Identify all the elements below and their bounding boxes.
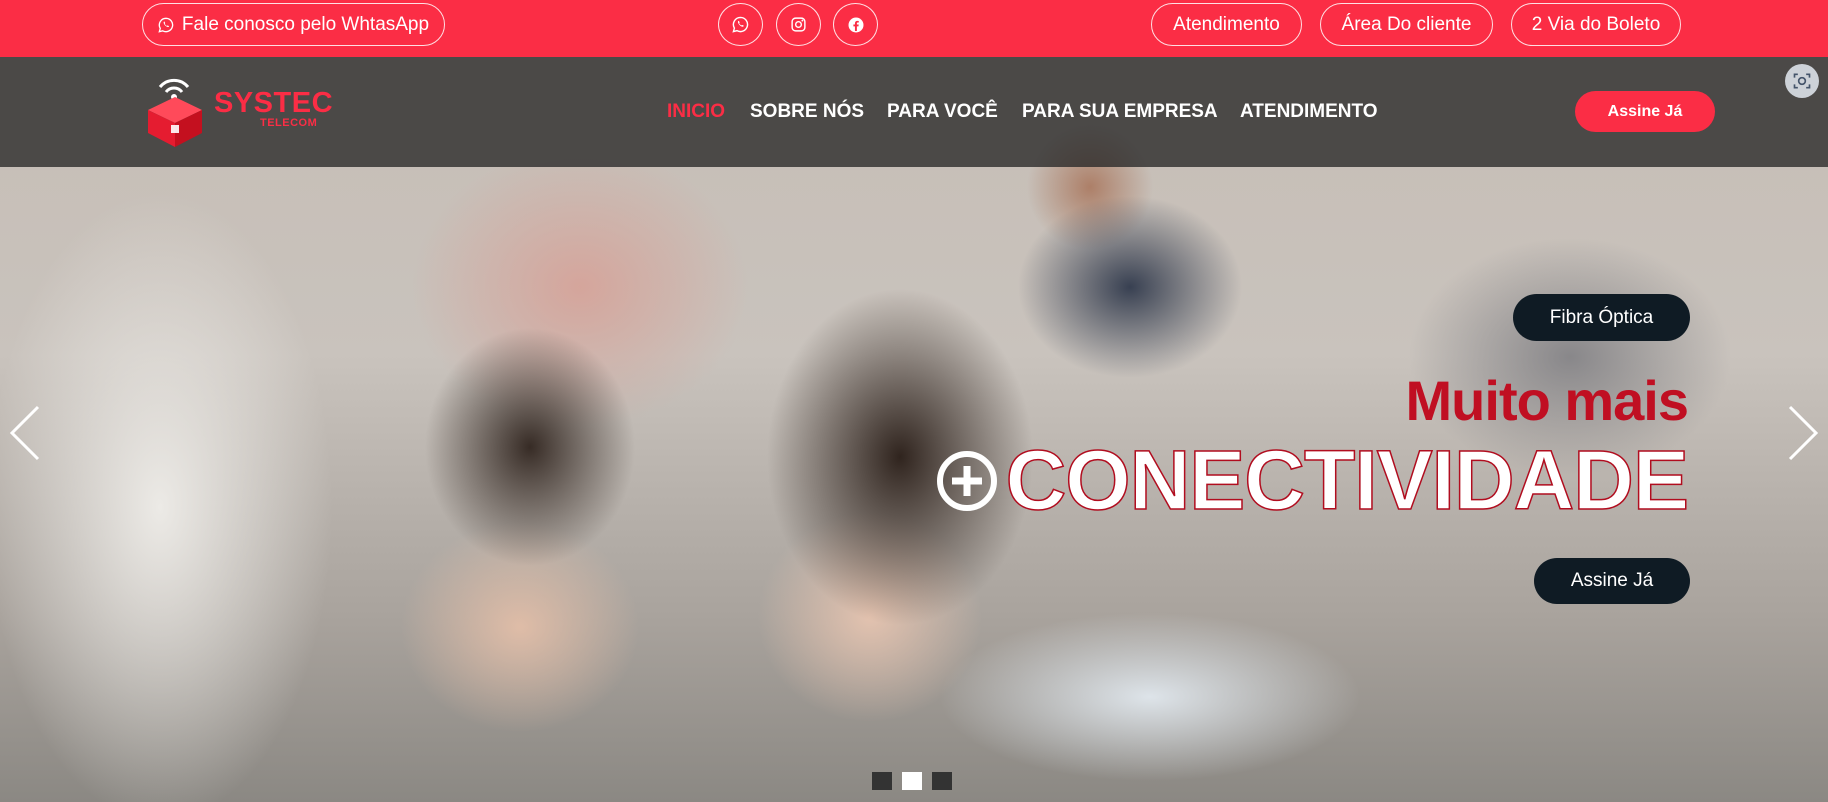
whatsapp-contact-button[interactable]: Fale conosco pelo WhtasApp	[142, 3, 445, 46]
brand-logo[interactable]: SYSTEC TELECOM	[142, 73, 334, 147]
nav-item-atendimento[interactable]: ATENDIMENTO	[1240, 101, 1378, 123]
brand-tagline: TELECOM	[260, 117, 318, 129]
nav-item-inicio[interactable]: INICIO	[667, 101, 725, 123]
top-bar: Fale conosco pelo WhtasApp Atendimento Á…	[0, 0, 1828, 57]
instagram-social-button[interactable]	[776, 3, 821, 46]
visual-search-icon[interactable]	[1785, 64, 1819, 98]
hero-headline-bottom-text: CONECTIVIDADE	[1005, 432, 1690, 528]
nav-item-para-voce[interactable]: PARA VOCÊ	[887, 101, 998, 123]
slider-next-arrow-icon[interactable]	[1782, 405, 1822, 461]
slider-pagination	[872, 772, 952, 790]
slider-dot-1[interactable]	[872, 772, 892, 790]
hero-headline-bottom: CONECTIVIDADE	[936, 432, 1690, 529]
assine-ja-nav-button[interactable]: Assine Já	[1575, 91, 1715, 132]
area-do-cliente-button[interactable]: Área Do cliente	[1320, 3, 1493, 46]
nav-item-sobre-nos[interactable]: SOBRE NÓS	[750, 101, 864, 123]
facebook-icon	[847, 16, 865, 34]
facebook-social-button[interactable]	[833, 3, 878, 46]
slider-dot-2[interactable]	[902, 772, 922, 790]
hero-headline-top: Muito mais	[1405, 369, 1689, 432]
whatsapp-contact-label: Fale conosco pelo WhtasApp	[181, 13, 430, 35]
fibra-optica-badge[interactable]: Fibra Óptica	[1513, 294, 1690, 341]
cube-logo-icon	[148, 78, 202, 147]
slider-dot-3[interactable]	[932, 772, 952, 790]
assine-ja-hero-button[interactable]: Assine Já	[1534, 558, 1690, 604]
brand-name: SYSTEC	[214, 87, 334, 119]
atendimento-top-button[interactable]: Atendimento	[1151, 3, 1302, 46]
slider-prev-arrow-icon[interactable]	[6, 405, 46, 461]
segunda-via-boleto-button[interactable]: 2 Via do Boleto	[1511, 3, 1681, 46]
nav-item-para-sua-empresa[interactable]: PARA SUA EMPRESA	[1022, 101, 1218, 123]
whatsapp-icon	[732, 16, 749, 33]
plus-circle-icon	[936, 450, 998, 512]
whatsapp-social-button[interactable]	[718, 3, 763, 46]
whatsapp-icon	[158, 17, 174, 33]
instagram-icon	[790, 16, 807, 33]
